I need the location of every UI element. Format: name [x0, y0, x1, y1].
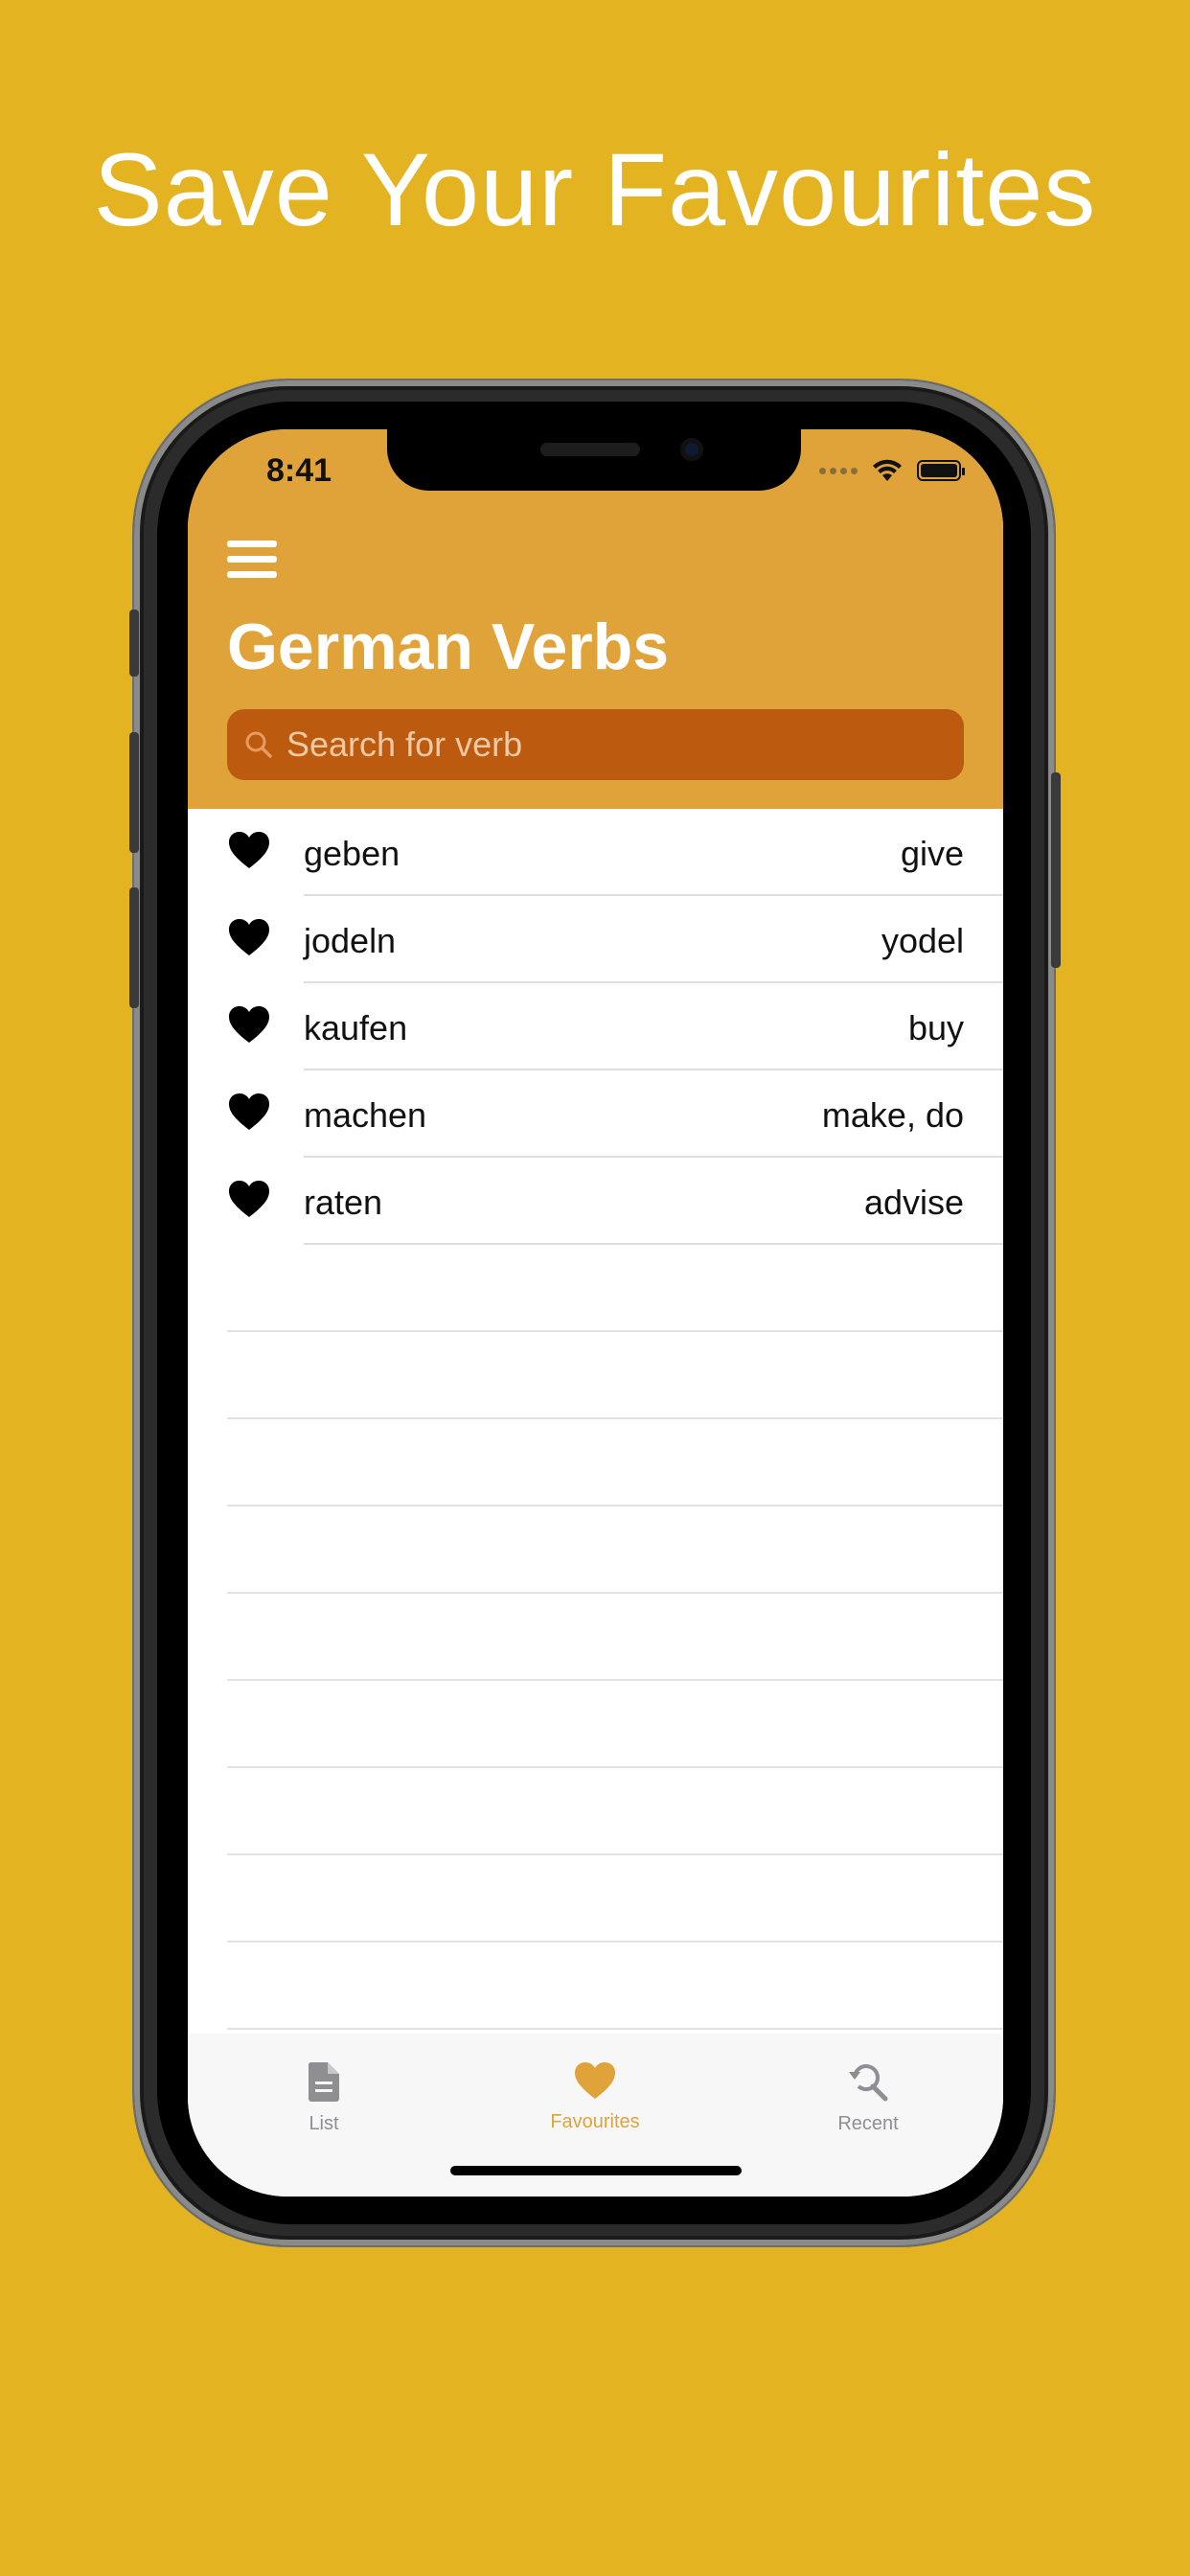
empty-row: [188, 1245, 1003, 1332]
tab-label: Favourites: [550, 2111, 640, 2132]
volume-up-button: [129, 732, 139, 853]
favourites-list: geben give jodeln yodel kaufen buy mache…: [188, 809, 1003, 2030]
document-icon: [308, 2062, 339, 2102]
empty-row: [188, 1506, 1003, 1594]
heart-icon: [575, 2062, 615, 2099]
history-search-icon: [849, 2064, 888, 2102]
empty-row: [188, 1681, 1003, 1768]
list-item[interactable]: jodeln yodel: [188, 896, 1003, 983]
speaker-grille: [540, 443, 640, 456]
translation-text: make, do: [821, 1095, 964, 1135]
search-input[interactable]: [285, 724, 940, 766]
promo-headline: Save Your Favourites: [93, 131, 1097, 247]
phone-screen: 8:41 German Verbs Search for verb geben …: [188, 429, 1003, 2196]
heart-icon[interactable]: [227, 830, 271, 870]
tab-label: List: [309, 2113, 339, 2134]
empty-row: [188, 1855, 1003, 1943]
tab-label: Recent: [837, 2113, 899, 2134]
mute-switch: [129, 610, 139, 677]
status-time: 8:41: [266, 452, 332, 489]
heart-icon[interactable]: [227, 917, 271, 957]
volume-down-button: [129, 887, 139, 1008]
menu-icon[interactable]: [227, 540, 277, 579]
verb-text: geben: [304, 834, 400, 873]
heart-icon[interactable]: [227, 1092, 271, 1132]
battery-icon: [917, 460, 965, 481]
search-bar[interactable]: [227, 709, 964, 780]
translation-text: buy: [907, 1008, 964, 1047]
empty-row: [188, 1332, 1003, 1419]
signal-icon: [819, 467, 858, 474]
empty-row: [188, 1943, 1003, 2030]
verb-text: jodeln: [304, 921, 397, 960]
list-item[interactable]: kaufen buy: [188, 983, 1003, 1070]
heart-icon[interactable]: [227, 1179, 271, 1219]
heart-icon[interactable]: [227, 1004, 271, 1045]
tab-recent[interactable]: Recent: [772, 2060, 964, 2135]
tab-list[interactable]: List: [228, 2060, 420, 2135]
empty-row: [188, 1768, 1003, 1855]
empty-row: [188, 1594, 1003, 1681]
nav-bar: 8:41 German Verbs: [188, 429, 1003, 809]
list-item[interactable]: raten advise: [188, 1158, 1003, 1245]
translation-text: yodel: [881, 921, 964, 960]
home-indicator[interactable]: [450, 2166, 742, 2175]
translation-text: give: [900, 834, 964, 873]
tab-favourites[interactable]: Favourites: [499, 2060, 691, 2133]
wifi-icon: [873, 459, 902, 481]
status-icons: [819, 458, 965, 483]
power-button: [1051, 772, 1061, 968]
search-icon: [245, 731, 272, 758]
list-item[interactable]: machen make, do: [188, 1070, 1003, 1158]
front-camera: [680, 438, 703, 461]
verb-text: kaufen: [304, 1008, 408, 1047]
translation-text: advise: [863, 1183, 964, 1222]
page-title: German Verbs: [227, 610, 670, 683]
verb-text: raten: [304, 1183, 383, 1222]
verb-text: machen: [304, 1095, 427, 1135]
list-item[interactable]: geben give: [188, 809, 1003, 896]
notch: [387, 429, 801, 491]
empty-row: [188, 1419, 1003, 1506]
row-separator: [227, 2028, 1003, 2030]
